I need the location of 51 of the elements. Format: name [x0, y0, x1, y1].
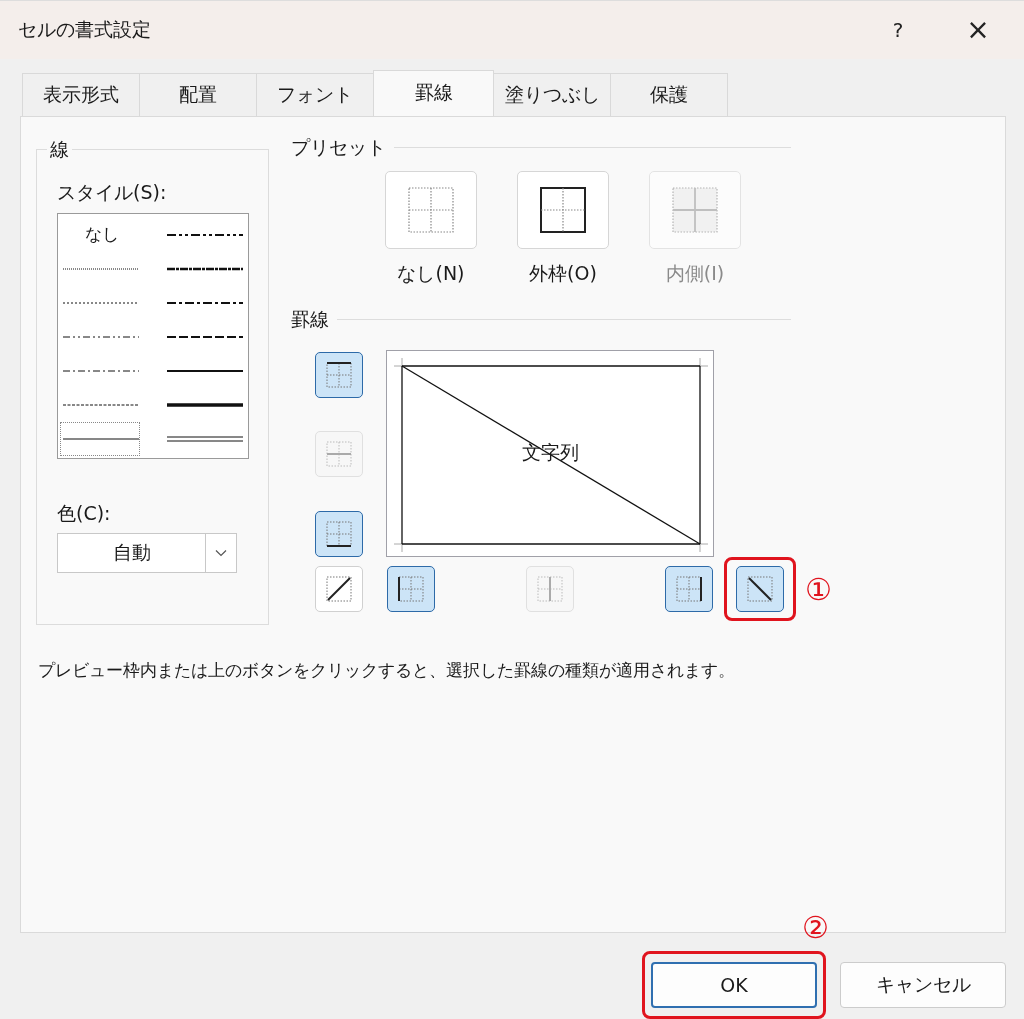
- double-line-icon: [167, 434, 243, 443]
- preset-label: 外枠(O): [529, 260, 597, 286]
- step-marker: ①: [805, 571, 832, 607]
- line-sample-icon: [63, 299, 139, 306]
- tab[interactable]: 罫線: [373, 69, 494, 116]
- chevron-down-icon: [215, 548, 227, 557]
- line-sample-icon: [167, 401, 243, 408]
- line-sample-icon: [167, 231, 243, 238]
- window-title: セルの書式設定: [18, 16, 152, 42]
- color-dropdown[interactable]: 自動: [57, 532, 237, 573]
- cancel-button[interactable]: キャンセル: [840, 962, 1006, 1008]
- border-toggle-button[interactable]: [736, 565, 784, 612]
- line-sample-icon: [63, 435, 139, 442]
- line-sample-icon: [63, 333, 139, 340]
- top-border-icon: [324, 359, 354, 390]
- line-sample-icon: [167, 333, 243, 340]
- line-sample-icon: [63, 367, 139, 374]
- hint-text: プレビュー枠内または上のボタンをクリックすると、選択した罫線の種類が適用されます。: [38, 658, 736, 682]
- middle-vertical-border-icon: [535, 573, 565, 604]
- diagonal-up-border-icon: [324, 573, 354, 604]
- bottom-border-icon: [324, 518, 354, 549]
- preset-label: なし(N): [397, 260, 465, 286]
- tab[interactable]: 表示形式: [22, 72, 140, 116]
- border-toggle-button[interactable]: [315, 510, 363, 557]
- step-marker: ②: [802, 910, 829, 945]
- left-border-icon: [396, 573, 426, 604]
- preset-label: 内側(I): [665, 260, 725, 286]
- outline-border-icon: [538, 184, 588, 235]
- line-sample-icon: [63, 401, 139, 408]
- style-label: スタイル(S):: [57, 179, 168, 205]
- preset-button[interactable]: [517, 170, 609, 249]
- section-title: 罫線: [291, 306, 329, 332]
- middle-horizontal-border-icon: [324, 439, 354, 470]
- no-border-icon: [406, 184, 456, 235]
- section-title: プリセット: [291, 134, 386, 160]
- inside-border-icon: [670, 184, 720, 235]
- line-sample-icon: [167, 367, 243, 374]
- help-button[interactable]: ?: [858, 1, 938, 58]
- close-button[interactable]: ×: [938, 1, 1018, 58]
- border-toggle-button[interactable]: [387, 565, 435, 612]
- border-toggle-button[interactable]: [665, 565, 713, 612]
- tab[interactable]: 保護: [610, 72, 728, 116]
- color-label: 色(C):: [57, 500, 112, 526]
- line-sample-icon: [167, 265, 243, 272]
- line-sample-icon: [63, 265, 139, 272]
- ok-button[interactable]: OK: [651, 962, 817, 1008]
- line-sample-icon: [167, 299, 243, 306]
- line-style-option[interactable]: なし: [60, 217, 140, 252]
- diagonal-down-border-icon: [745, 573, 775, 604]
- border-toggle-button[interactable]: [315, 351, 363, 398]
- right-border-icon: [674, 573, 704, 604]
